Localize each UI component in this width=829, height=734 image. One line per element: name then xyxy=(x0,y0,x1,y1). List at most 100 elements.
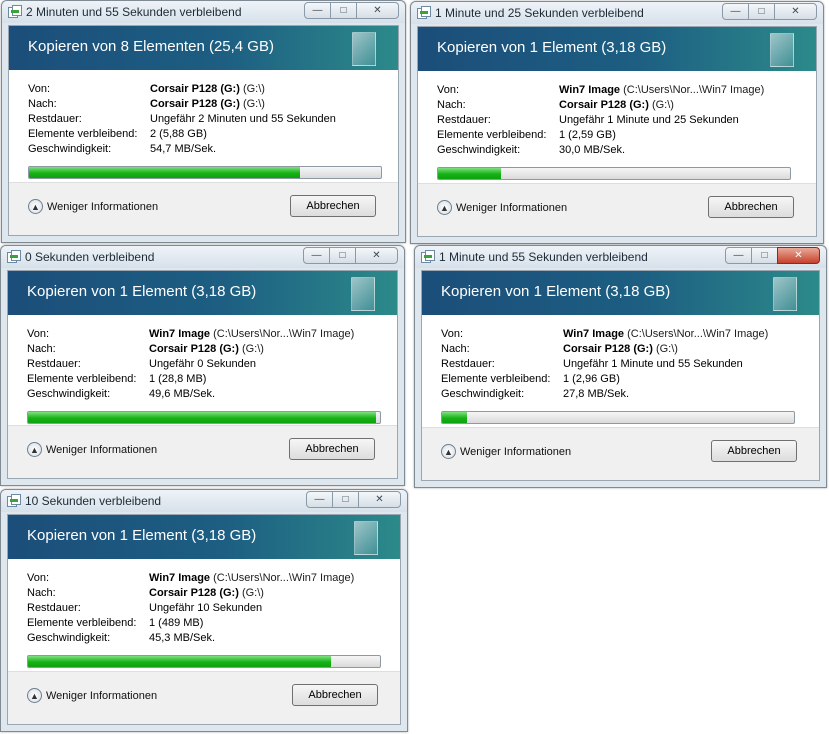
copy-dialog-5: 10 Sekunden verbleibend — □ ✕ Kopieren v… xyxy=(0,489,408,732)
cancel-button[interactable]: Abbrechen xyxy=(289,438,375,460)
copy-heading: Kopieren von 1 Element (3,18 GB) xyxy=(437,39,667,56)
dialog-footer: ▲ Weniger Informationen Abbrechen xyxy=(418,183,816,236)
less-info-toggle[interactable]: ▲ Weniger Informationen xyxy=(27,442,157,457)
to-name: Corsair P128 (G:) xyxy=(149,587,239,599)
less-info-label: Weniger Informationen xyxy=(456,201,568,214)
remaining-value: Ungefähr 1 Minute und 55 Sekunden xyxy=(563,358,743,370)
progress-bar xyxy=(437,167,791,180)
window-title: 1 Minute und 55 Sekunden verbleibend xyxy=(439,250,648,264)
close-button[interactable]: ✕ xyxy=(355,247,398,264)
copy-heading: Kopieren von 1 Element (3,18 GB) xyxy=(441,283,671,300)
dialog-footer: ▲ Weniger Informationen Abbrechen xyxy=(422,427,819,480)
dialog-body: Kopieren von 1 Element (3,18 GB) Von: Win… xyxy=(421,270,820,481)
remaining-value: Ungefähr 0 Sekunden xyxy=(149,358,257,370)
title-bar[interactable]: 0 Sekunden verbleibend — □ ✕ xyxy=(1,246,404,268)
cancel-button[interactable]: Abbrechen xyxy=(708,196,794,218)
cancel-button[interactable]: Abbrechen xyxy=(292,684,378,706)
less-info-toggle[interactable]: ▲ Weniger Informationen xyxy=(437,200,567,215)
speed-label: Geschwindigkeit: xyxy=(27,632,111,644)
speed-label: Geschwindigkeit: xyxy=(27,388,111,400)
details-block: Von: Win7 Image (C:\Users\Nor...\Win7 Ima… xyxy=(441,327,768,402)
window-title: 0 Sekunden verbleibend xyxy=(25,250,155,264)
header-banner: Kopieren von 8 Elementen (25,4 GB) xyxy=(9,26,398,70)
decoration-graphic xyxy=(773,277,797,311)
less-info-toggle[interactable]: ▲ Weniger Informationen xyxy=(28,199,158,214)
less-info-toggle[interactable]: ▲ Weniger Informationen xyxy=(27,688,157,703)
close-button[interactable]: ✕ xyxy=(358,491,401,508)
cancel-button[interactable]: Abbrechen xyxy=(290,195,376,217)
to-path: (G:\) xyxy=(241,343,264,355)
minimize-button[interactable]: — xyxy=(722,3,749,20)
title-bar[interactable]: 10 Sekunden verbleibend — □ ✕ xyxy=(1,490,407,512)
items-value: 1 (28,8 MB) xyxy=(149,373,207,385)
less-info-toggle[interactable]: ▲ Weniger Informationen xyxy=(441,444,571,459)
decoration-graphic xyxy=(354,521,378,555)
minimize-button[interactable]: — xyxy=(306,491,333,508)
to-label: Nach: xyxy=(27,343,56,355)
items-label: Elemente verbleibend: xyxy=(27,373,137,385)
progress-fill xyxy=(438,168,502,179)
from-label: Von: xyxy=(27,328,50,340)
to-name: Corsair P128 (G:) xyxy=(150,98,240,110)
title-bar[interactable]: 1 Minute und 55 Sekunden verbleibend — □… xyxy=(415,246,826,268)
speed-label: Geschwindigkeit: xyxy=(28,143,112,155)
items-value: 1 (2,96 GB) xyxy=(563,373,620,385)
copy-dialog-4: 1 Minute und 55 Sekunden verbleibend — □… xyxy=(414,245,827,488)
minimize-button[interactable]: — xyxy=(725,247,752,264)
less-info-label: Weniger Informationen xyxy=(460,445,572,458)
title-bar[interactable]: 1 Minute und 25 Sekunden verbleibend — □… xyxy=(411,2,823,24)
from-name: Win7 Image xyxy=(563,328,625,340)
close-button[interactable]: ✕ xyxy=(774,3,817,20)
remaining-value: Ungefähr 1 Minute und 25 Sekunden xyxy=(559,114,739,126)
details-block: Von: Win7 Image (C:\Users\Nor...\Win7 Ima… xyxy=(27,571,354,646)
progress-bar xyxy=(28,166,382,179)
remaining-label: Restdauer: xyxy=(27,602,81,614)
less-info-label: Weniger Informationen xyxy=(47,200,159,213)
close-button[interactable]: ✕ xyxy=(356,2,399,19)
from-name: Win7 Image xyxy=(149,572,211,584)
title-bar[interactable]: 2 Minuten und 55 Sekunden verbleibend — … xyxy=(2,1,405,23)
copy-icon xyxy=(7,250,21,263)
minimize-button[interactable]: — xyxy=(304,2,331,19)
maximize-button[interactable]: □ xyxy=(748,3,775,20)
speed-value: 54,7 MB/Sek. xyxy=(150,143,217,155)
header-banner: Kopieren von 1 Element (3,18 GB) xyxy=(422,271,819,315)
details-block: Von: Corsair P128 (G:) (G:\) Nach: Corsair… xyxy=(28,82,336,157)
less-info-label: Weniger Informationen xyxy=(46,443,158,456)
cancel-button[interactable]: Abbrechen xyxy=(711,440,797,462)
copy-dialog-1: 2 Minuten und 55 Sekunden verbleibend — … xyxy=(1,0,406,243)
to-name: Corsair P128 (G:) xyxy=(149,343,239,355)
copy-icon xyxy=(417,6,431,19)
from-label: Von: xyxy=(28,83,51,95)
maximize-button[interactable]: □ xyxy=(751,247,778,264)
to-label: Nach: xyxy=(28,98,57,110)
to-label: Nach: xyxy=(27,587,56,599)
items-label: Elemente verbleibend: xyxy=(28,128,138,140)
header-banner: Kopieren von 1 Element (3,18 GB) xyxy=(8,271,397,315)
window-title: 1 Minute und 25 Sekunden verbleibend xyxy=(435,6,644,20)
from-path: (C:\Users\Nor...\Win7 Image) xyxy=(623,84,765,96)
speed-label: Geschwindigkeit: xyxy=(437,144,521,156)
close-button[interactable]: ✕ xyxy=(777,247,820,264)
maximize-button[interactable]: □ xyxy=(329,247,356,264)
from-label: Von: xyxy=(437,84,460,96)
from-name: Win7 Image xyxy=(559,84,621,96)
minimize-button[interactable]: — xyxy=(303,247,330,264)
copy-dialog-3: 0 Sekunden verbleibend — □ ✕ Kopieren vo… xyxy=(0,245,405,486)
remaining-label: Restdauer: xyxy=(441,358,495,370)
maximize-button[interactable]: □ xyxy=(330,2,357,19)
chevron-up-icon: ▲ xyxy=(27,688,42,703)
progress-bar xyxy=(27,411,381,424)
remaining-value: Ungefähr 2 Minuten und 55 Sekunden xyxy=(150,113,336,125)
copy-icon xyxy=(7,494,21,507)
maximize-button[interactable]: □ xyxy=(332,491,359,508)
dialog-footer: ▲ Weniger Informationen Abbrechen xyxy=(8,671,400,724)
speed-value: 30,0 MB/Sek. xyxy=(559,144,626,156)
remaining-label: Restdauer: xyxy=(27,358,81,370)
speed-value: 45,3 MB/Sek. xyxy=(149,632,216,644)
to-path: (G:\) xyxy=(242,98,265,110)
chevron-up-icon: ▲ xyxy=(437,200,452,215)
speed-value: 27,8 MB/Sek. xyxy=(563,388,630,400)
details-block: Von: Win7 Image (C:\Users\Nor...\Win7 Ima… xyxy=(437,83,764,158)
copy-heading: Kopieren von 1 Element (3,18 GB) xyxy=(27,527,257,544)
